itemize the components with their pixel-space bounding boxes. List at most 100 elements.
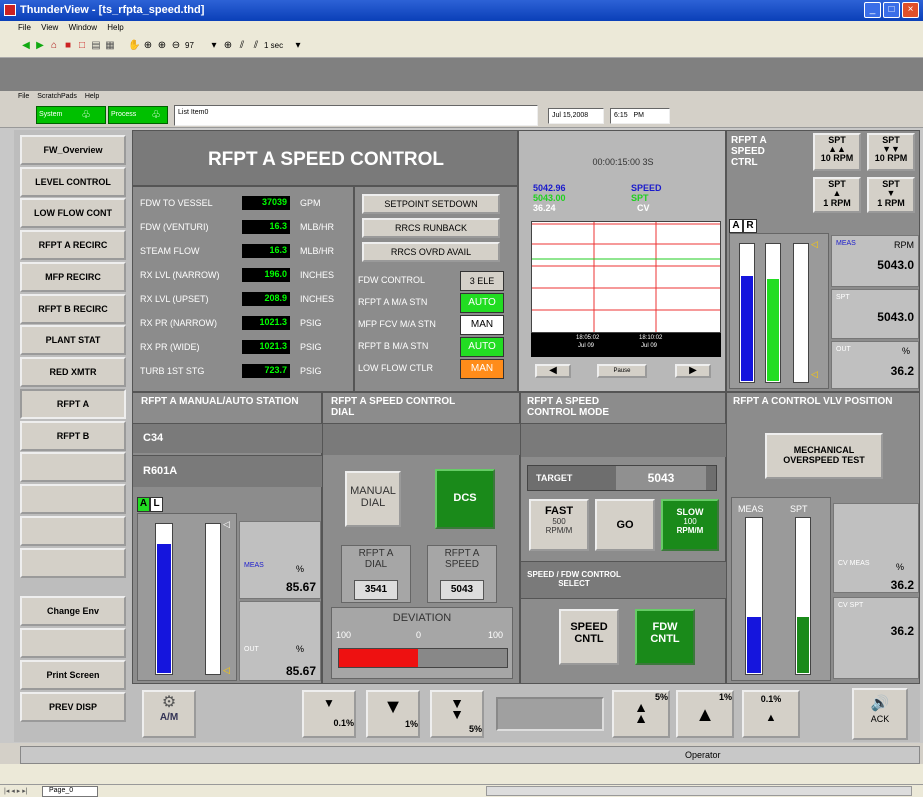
- maximize-button[interactable]: □: [883, 2, 900, 18]
- spt-up-1-button[interactable]: SPT ▲ 1 RPM: [813, 177, 861, 213]
- zoom-fit-icon[interactable]: ⊕: [222, 40, 234, 52]
- trend2-icon[interactable]: ⫽: [250, 40, 262, 52]
- spt-marker-icon: ◁: [811, 239, 818, 249]
- manual-dial-button[interactable]: MANUAL DIAL: [345, 471, 401, 527]
- back-arrow-icon[interactable]: ◀: [20, 40, 32, 52]
- interval-dropdown-icon[interactable]: ▾: [292, 40, 304, 52]
- list-box[interactable]: List Item0: [174, 105, 538, 126]
- zoom-value[interactable]: 97: [185, 41, 194, 50]
- menu-window[interactable]: Window: [69, 23, 97, 32]
- meas-value: 5043.0: [877, 258, 914, 272]
- nav-blank-4-button[interactable]: [20, 548, 126, 578]
- nav-rfpt-a-recirc-button[interactable]: RFPT A RECIRC: [20, 230, 126, 260]
- nav-low-flow-cont-button[interactable]: LOW FLOW CONT: [20, 198, 126, 228]
- nav-prev-disp-button[interactable]: PREV DISP: [20, 692, 126, 722]
- trend-icon[interactable]: ⫽: [236, 40, 248, 52]
- nav-rfpt-b-button[interactable]: RFPT B: [20, 421, 126, 451]
- dcs-button[interactable]: DCS: [435, 469, 495, 529]
- zoom-out-icon[interactable]: ⊖: [170, 40, 182, 52]
- info-bar: System ♧ Process ♧ List Item0 Jul 15,2008 …: [0, 103, 923, 128]
- zoom-icon[interactable]: ⊕: [142, 40, 154, 52]
- trend-back-button[interactable]: ◀: [535, 364, 571, 378]
- remote-indicator[interactable]: R: [743, 219, 757, 233]
- fdw-cntl-button[interactable]: FDW CNTL: [635, 609, 695, 665]
- am-button[interactable]: ⚙ A/M: [142, 690, 196, 738]
- station-state-button[interactable]: AUTO: [460, 293, 504, 313]
- btn-rate: 10 RPM: [874, 153, 908, 163]
- system-button[interactable]: System ♧: [36, 106, 106, 124]
- up-1-button[interactable]: 1% ▲: [676, 690, 734, 738]
- mech-overspeed-button[interactable]: MECHANICAL OVERSPEED TEST: [765, 433, 883, 479]
- rrcs-runback-button[interactable]: RRCS RUNBACK: [362, 218, 500, 238]
- go-button[interactable]: GO: [595, 499, 655, 551]
- nav-plant-stat-button[interactable]: PLANT STAT: [20, 325, 126, 355]
- process-button[interactable]: Process ♧: [108, 106, 168, 124]
- window-icon[interactable]: □: [76, 40, 88, 52]
- setpoint-setdown-button[interactable]: SETPOINT SETDOWN: [362, 194, 500, 214]
- nav-print-screen-button[interactable]: Print Screen: [20, 660, 126, 690]
- station-state-button[interactable]: AUTO: [460, 337, 504, 357]
- station-state-button[interactable]: 3 ELE: [460, 271, 504, 291]
- slow-button[interactable]: SLOW 100 RPM/M: [661, 499, 719, 551]
- trend-date-1: Jul 09: [578, 343, 595, 349]
- interval-value[interactable]: 1 sec: [264, 41, 283, 50]
- trend-panel: 00:00:15:00 3S 5042.96 SPEED 5043.00 SPT…: [518, 130, 726, 392]
- station-state-button[interactable]: MAN: [460, 315, 504, 335]
- spt-up-10-button[interactable]: SPT ▼▼ 10 RPM: [867, 133, 915, 171]
- down-0.1-button[interactable]: ▼ 0.1%: [302, 690, 356, 738]
- inner-menu-help[interactable]: Help: [85, 93, 99, 100]
- auto-indicator[interactable]: A: [729, 219, 743, 233]
- down-5-button[interactable]: ▼ ▼ 5%: [430, 690, 484, 738]
- menu-help[interactable]: Help: [107, 23, 123, 32]
- minimize-button[interactable]: _: [864, 2, 881, 18]
- menu-file[interactable]: File: [18, 23, 31, 32]
- speed-cntl-button[interactable]: SPEED CNTL: [559, 609, 619, 665]
- menu-view[interactable]: View: [41, 23, 58, 32]
- trend-pause-button[interactable]: Pause: [597, 364, 647, 378]
- up-0.1-button[interactable]: 0.1% ▲: [742, 690, 800, 738]
- horizontal-scrollbar[interactable]: [486, 786, 912, 796]
- inner-menu-scratchpads[interactable]: ScratchPads: [37, 93, 77, 100]
- spt-down-10-button[interactable]: SPT ▲▲ 10 RPM: [813, 133, 861, 171]
- nav-level-control-button[interactable]: LEVEL CONTROL: [20, 167, 126, 197]
- nav-rfpt-a-button[interactable]: RFPT A: [20, 389, 126, 419]
- trend-chart[interactable]: [531, 221, 721, 333]
- up-icon: ▲: [832, 188, 842, 198]
- nav-change-env-button[interactable]: Change Env: [20, 596, 126, 626]
- stop-icon[interactable]: ■: [62, 40, 74, 52]
- local-indicator[interactable]: L: [150, 497, 163, 512]
- home-icon[interactable]: ⌂: [48, 40, 60, 52]
- nav-red-xmtr-button[interactable]: RED XMTR: [20, 357, 126, 387]
- dial-title: RFPT A SPEED CONTROL DIAL: [331, 396, 456, 418]
- nav-fw-overview-button[interactable]: FW_Overview: [20, 135, 126, 165]
- hand-icon[interactable]: ✋: [128, 40, 140, 52]
- ack-button[interactable]: 🔊 ACK: [852, 688, 908, 740]
- up-5-button[interactable]: 5% ▲ ▲: [612, 690, 670, 738]
- dropdown-icon[interactable]: ▾: [208, 40, 220, 52]
- nav-mfp-recirc-button[interactable]: MFP RECIRC: [20, 262, 126, 292]
- out-marker-icon: ◁: [223, 665, 230, 675]
- print-icon[interactable]: ▦: [104, 40, 116, 52]
- trend-forward-button[interactable]: ▶: [675, 364, 711, 378]
- list-item[interactable]: List Item0: [178, 109, 208, 116]
- nav-rfpt-b-recirc-button[interactable]: RFPT B RECIRC: [20, 294, 126, 324]
- down-1-button[interactable]: ▼ 1%: [366, 690, 420, 738]
- nav-blank-3-button[interactable]: [20, 516, 126, 546]
- nav-blank-5-button[interactable]: [20, 628, 126, 658]
- close-button[interactable]: ×: [902, 2, 919, 18]
- auto-indicator[interactable]: A: [137, 497, 150, 512]
- rrcs-ovrd-avail-button[interactable]: RRCS OVRD AVAIL: [362, 242, 500, 262]
- forward-arrow-icon[interactable]: ▶: [34, 40, 46, 52]
- inner-menu-file[interactable]: File: [18, 93, 29, 100]
- station-state-button[interactable]: MAN: [460, 359, 504, 379]
- fast-button[interactable]: FAST 500 RPM/M: [529, 499, 589, 551]
- spt-down-1-button[interactable]: SPT ▼ 1 RPM: [867, 177, 915, 213]
- rate-label: 5%: [468, 724, 482, 734]
- page-icon[interactable]: ▤: [90, 40, 102, 52]
- nav-blank-1-button[interactable]: [20, 452, 126, 482]
- zoom-in-icon[interactable]: ⊕: [156, 40, 168, 52]
- tab-page-0[interactable]: Page_0: [42, 786, 98, 797]
- tab-nav-icon[interactable]: |◂ ◂ ▸ ▸|: [4, 787, 28, 795]
- double-up-icon: ▲▲: [828, 144, 846, 154]
- nav-blank-2-button[interactable]: [20, 484, 126, 514]
